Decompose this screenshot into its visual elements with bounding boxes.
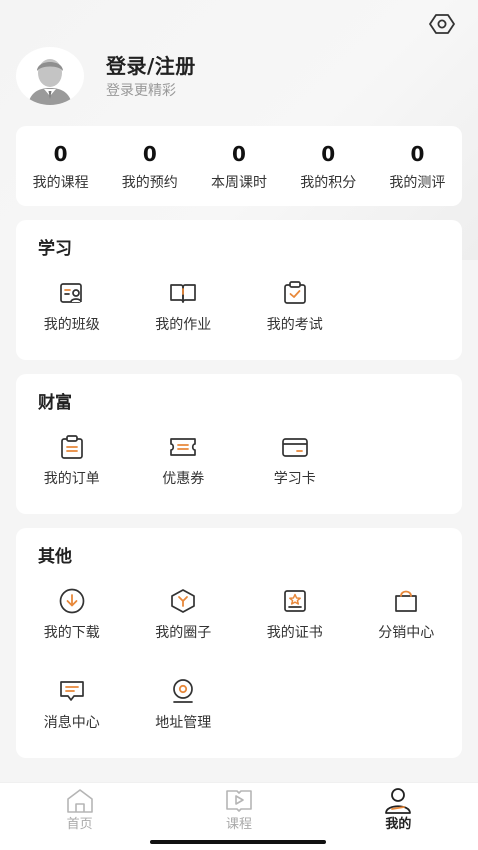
tab-label: 我的 xyxy=(385,817,412,832)
menu-my-exam[interactable]: 我的考试 xyxy=(239,278,351,368)
stat-label: 我的测评 xyxy=(389,175,446,191)
stat-value: 0 xyxy=(142,142,157,166)
stat-value: 0 xyxy=(232,142,246,166)
download-icon xyxy=(57,586,87,616)
avatar[interactable] xyxy=(16,47,84,105)
menu-my-circle[interactable]: 我的圈子 xyxy=(128,586,240,676)
bag-icon xyxy=(391,586,421,616)
menu-label: 我的证书 xyxy=(266,625,323,641)
menu-label: 我的班级 xyxy=(43,317,100,333)
tab-label: 课程 xyxy=(225,817,252,832)
section-title: 学习 xyxy=(38,239,72,259)
menu-label: 我的考试 xyxy=(266,317,323,333)
coupon-icon xyxy=(168,432,198,462)
stat-my-assessments[interactable]: 0 我的测评 xyxy=(373,126,462,206)
menu-coupons[interactable]: 优惠券 xyxy=(128,432,240,522)
stat-label: 我的积分 xyxy=(300,175,357,191)
section-title: 其他 xyxy=(38,547,72,567)
menu-label: 地址管理 xyxy=(155,715,212,731)
message-icon xyxy=(57,676,87,706)
circle-icon xyxy=(168,586,198,616)
menu-label: 我的圈子 xyxy=(155,625,212,641)
settings-icon xyxy=(429,14,455,34)
course-icon xyxy=(224,787,254,815)
avatar-placeholder-icon xyxy=(28,59,72,105)
study-section: 学习 我的班级 我的作业 我的考试 xyxy=(16,220,462,360)
menu-label: 分销中心 xyxy=(378,625,435,641)
menu-message-center[interactable]: 消息中心 xyxy=(16,676,128,766)
login-subtitle: 登录更精彩 xyxy=(106,82,176,99)
menu-label: 我的作业 xyxy=(155,317,212,333)
menu-label: 我的订单 xyxy=(43,471,100,487)
menu-study-card[interactable]: 学习卡 xyxy=(239,432,351,522)
tab-label: 首页 xyxy=(66,817,93,832)
stat-value: 0 xyxy=(410,142,425,166)
menu-my-orders[interactable]: 我的订单 xyxy=(16,432,128,522)
profile-header[interactable]: 登录/注册 登录更精彩 xyxy=(16,46,196,106)
menu-distribution-center[interactable]: 分销中心 xyxy=(351,586,463,676)
card-icon xyxy=(280,432,310,462)
menu-my-certificates[interactable]: 我的证书 xyxy=(239,586,351,676)
stat-my-appointments[interactable]: 0 我的预约 xyxy=(105,126,194,206)
menu-label: 优惠券 xyxy=(162,471,205,487)
menu-label: 消息中心 xyxy=(43,715,100,731)
settings-button[interactable] xyxy=(428,10,456,38)
stat-my-courses[interactable]: 0 我的课程 xyxy=(16,126,105,206)
book-icon xyxy=(168,278,198,308)
stats-card: 0 我的课程 0 我的预约 0 本周课时 0 我的积分 0 我的测评 xyxy=(16,126,462,206)
stat-label: 我的预约 xyxy=(121,175,178,191)
clipboard-check-icon xyxy=(280,278,310,308)
stat-my-points[interactable]: 0 我的积分 xyxy=(284,126,373,206)
stat-value: 0 xyxy=(321,142,336,166)
tab-home[interactable]: 首页 xyxy=(0,783,159,850)
stat-label: 我的课程 xyxy=(32,175,89,191)
class-icon xyxy=(57,278,87,308)
home-icon xyxy=(65,787,95,815)
section-title: 财富 xyxy=(38,393,72,413)
menu-label: 我的下载 xyxy=(43,625,100,641)
certificate-icon xyxy=(280,586,310,616)
stat-label: 本周课时 xyxy=(211,175,267,191)
menu-label: 学习卡 xyxy=(273,471,316,487)
location-icon xyxy=(168,676,198,706)
menu-my-downloads[interactable]: 我的下载 xyxy=(16,586,128,676)
stat-value: 0 xyxy=(53,142,68,166)
order-icon xyxy=(57,432,87,462)
other-section: 其他 我的下载 我的圈子 我的证书 分销中心 消息中心 地址管理 xyxy=(16,528,462,758)
stat-weekly-hours[interactable]: 0 本周课时 xyxy=(194,126,283,206)
menu-my-class[interactable]: 我的班级 xyxy=(16,278,128,368)
menu-address-management[interactable]: 地址管理 xyxy=(128,676,240,766)
user-icon xyxy=(383,787,413,815)
home-indicator xyxy=(150,840,326,844)
menu-my-homework[interactable]: 我的作业 xyxy=(128,278,240,368)
wealth-section: 财富 我的订单 优惠券 学习卡 xyxy=(16,374,462,514)
login-register-link[interactable]: 登录/注册 xyxy=(106,53,196,79)
tab-mine[interactable]: 我的 xyxy=(319,783,478,850)
